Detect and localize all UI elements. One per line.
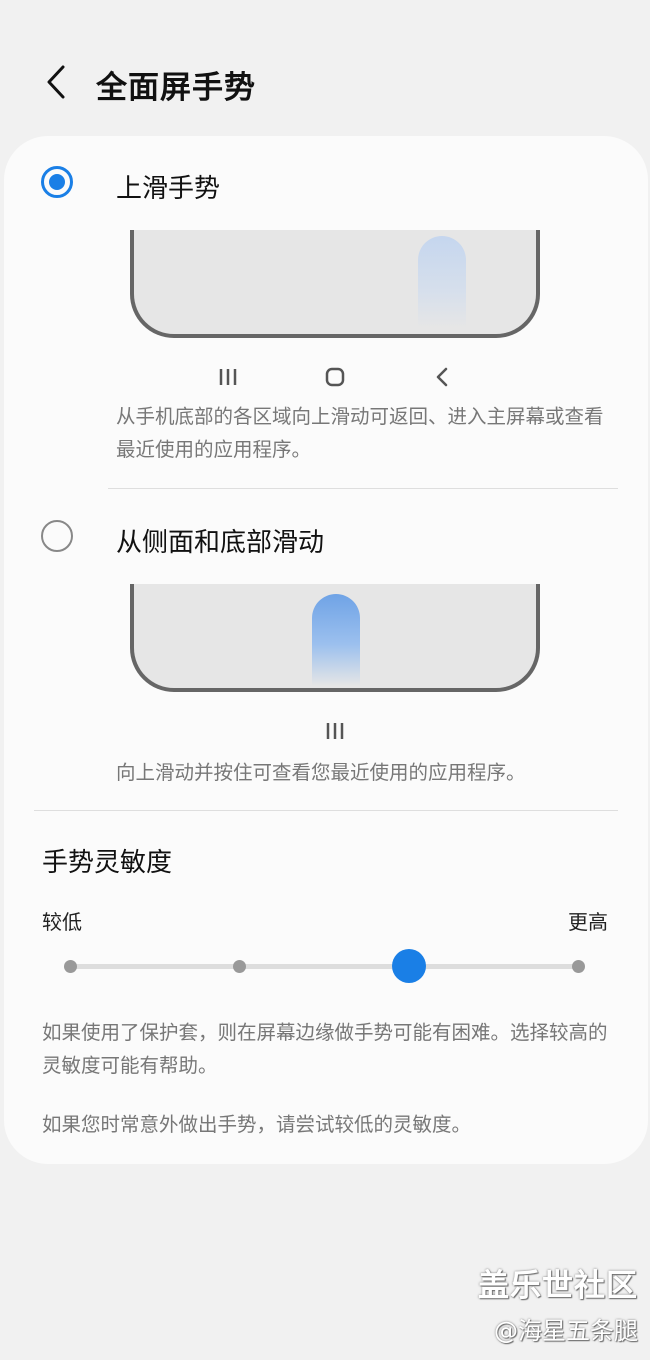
option-label: 从侧面和底部滑动 bbox=[116, 528, 325, 558]
option-description: 从手机底部的各区域向上滑动可返回、进入主屏幕或查看最近使用的应用程序。 bbox=[116, 405, 604, 461]
app-header: 全面屏手势 bbox=[0, 0, 650, 140]
finger-swipe-graphic bbox=[312, 594, 360, 686]
gesture-illustration bbox=[130, 584, 540, 692]
option-label: 上滑手势 bbox=[116, 174, 221, 204]
radio-swipe-up[interactable] bbox=[41, 166, 73, 198]
sensitivity-low-label: 较低 bbox=[42, 910, 82, 934]
slider-step-dot[interactable] bbox=[571, 960, 585, 973]
watermark-author: @海星五条腿 bbox=[494, 1317, 638, 1345]
slider-track bbox=[68, 964, 580, 969]
sensitivity-note-accidental: 如果您时常意外做出手势，请尝试较低的灵敏度。 bbox=[42, 1113, 472, 1136]
radio-side-bottom-swipe[interactable] bbox=[41, 520, 73, 552]
settings-card: 上滑手势 从手机底部的各区域向上滑动可返回、进入主屏幕或查看最近使用的应用程序。… bbox=[4, 136, 648, 1164]
slider-step-dot[interactable] bbox=[63, 960, 77, 973]
sensitivity-high-label: 更高 bbox=[568, 910, 608, 934]
nav-bar-preview bbox=[4, 366, 648, 392]
slider-step-dot[interactable] bbox=[232, 960, 246, 973]
watermark-site: 盖乐世社区 bbox=[478, 1268, 638, 1304]
sensitivity-slider[interactable] bbox=[63, 948, 585, 984]
slider-thumb[interactable] bbox=[391, 949, 426, 983]
watermark: 盖乐世社区 @海星五条腿 bbox=[478, 1260, 638, 1346]
page-title: 全面屏手势 bbox=[96, 70, 256, 106]
sensitivity-title: 手势灵敏度 bbox=[42, 848, 173, 878]
divider bbox=[108, 488, 618, 489]
recents-icon bbox=[326, 723, 344, 739]
chevron-left-icon bbox=[47, 65, 65, 99]
finger-swipe-graphic bbox=[418, 236, 466, 328]
nav-bar-preview bbox=[4, 720, 648, 746]
home-icon bbox=[325, 367, 345, 387]
back-icon bbox=[436, 367, 448, 387]
gesture-illustration bbox=[130, 230, 540, 338]
back-button[interactable] bbox=[36, 60, 76, 104]
option-description: 向上滑动并按住可查看您最近使用的应用程序。 bbox=[116, 761, 526, 784]
divider bbox=[34, 810, 618, 811]
sensitivity-note-case: 如果使用了保护套，则在屏幕边缘做手势可能有困难。选择较高的灵敏度可能有帮助。 bbox=[42, 1021, 608, 1077]
recents-icon bbox=[219, 369, 237, 385]
